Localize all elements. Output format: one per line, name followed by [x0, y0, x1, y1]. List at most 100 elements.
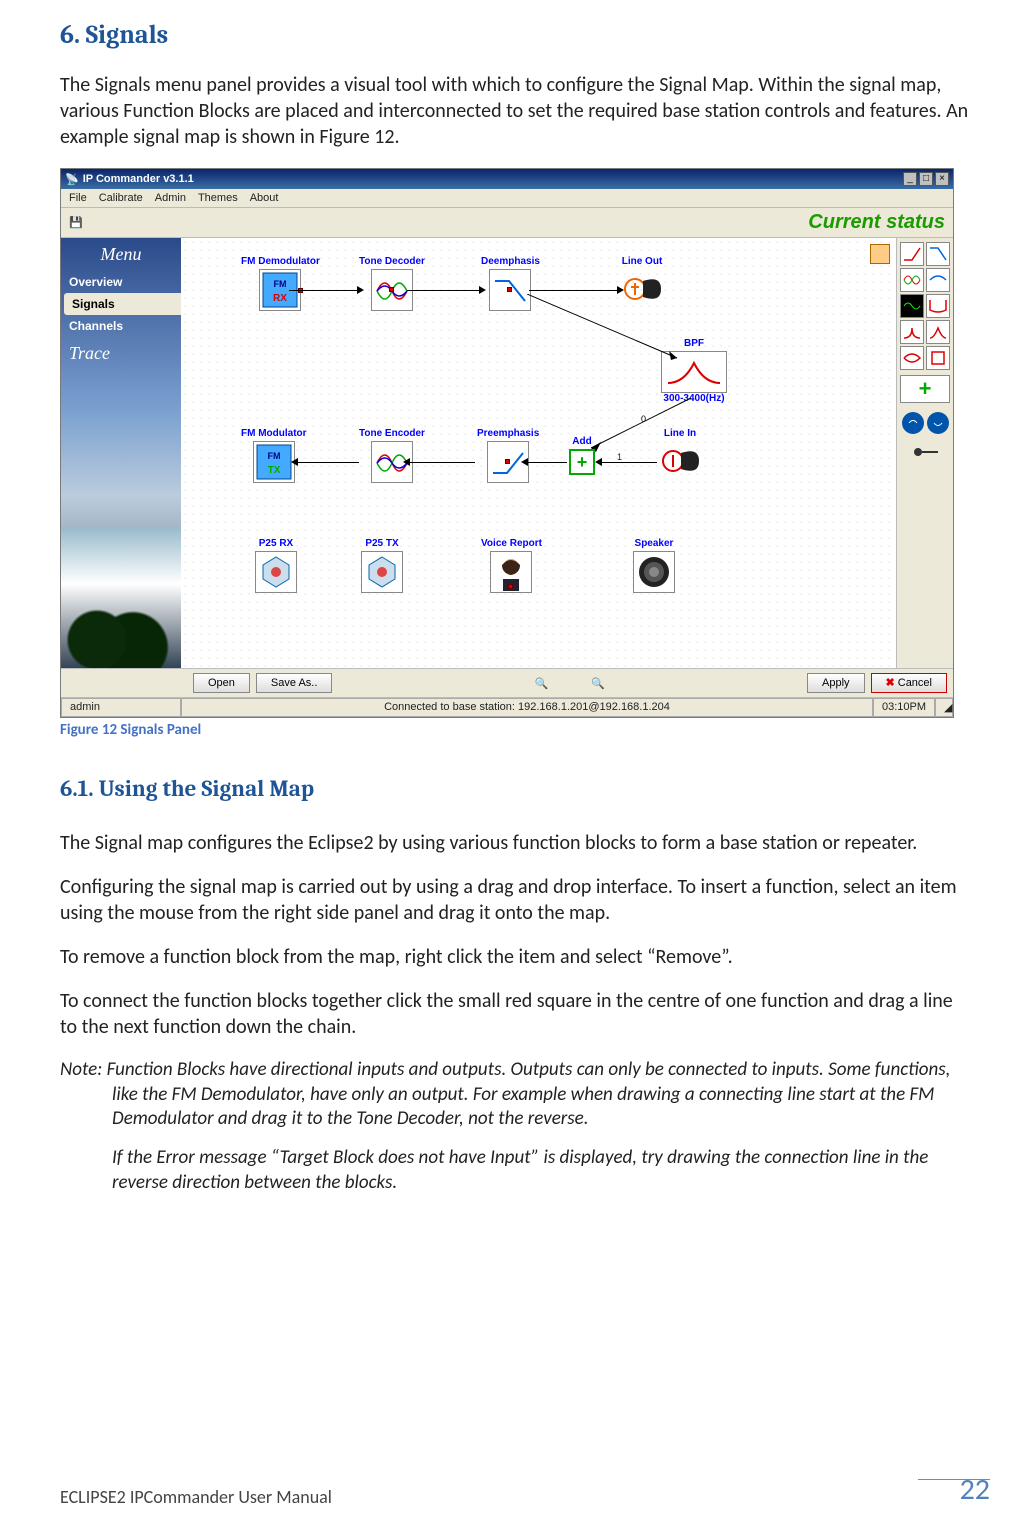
- subsection-title: Using the Signal Map: [99, 775, 315, 802]
- paragraph: To remove a function block from the map,…: [60, 944, 970, 970]
- svg-text:TX: TX: [267, 465, 280, 476]
- label-tone-enc: Tone Encoder: [359, 428, 425, 439]
- arrowhead-icon: [291, 458, 298, 466]
- palette: +: [897, 238, 953, 668]
- port-label: 1: [617, 452, 622, 462]
- sidebar-item-overview[interactable]: Overview: [61, 271, 181, 293]
- label-fm-demod: FM Demodulator: [241, 256, 320, 267]
- palette-item[interactable]: [926, 294, 950, 318]
- connection-arrow: [529, 290, 619, 291]
- sidebar-item-channels[interactable]: Channels: [61, 315, 181, 337]
- paragraph: To connect the function blocks together …: [60, 988, 970, 1040]
- toolbar-bottom: Open Save As.. 🔍 🔍 Apply ✖Cancel: [61, 668, 953, 697]
- block-line-in[interactable]: Line In: [659, 428, 701, 483]
- block-add[interactable]: Add +: [569, 436, 595, 475]
- section-number: 6.: [60, 20, 80, 50]
- status-resize-grip: ◢: [935, 698, 953, 717]
- block-fm-demodulator[interactable]: FM Demodulator FM RX: [241, 256, 320, 311]
- statusbar: admin Connected to base station: 192.168…: [61, 697, 953, 717]
- block-tone-decoder[interactable]: Tone Decoder: [359, 256, 425, 311]
- status-time: 03:10PM: [873, 698, 935, 717]
- page-footer: ECLIPSE2 IPCommander User Manual 22: [60, 1471, 990, 1508]
- paragraph: Configuring the signal map is carried ou…: [60, 874, 970, 926]
- palette-item[interactable]: [927, 412, 949, 434]
- arrowhead-icon: [479, 286, 486, 294]
- palette-item[interactable]: [900, 268, 924, 292]
- label-p25rx: P25 RX: [255, 538, 297, 549]
- block-preemphasis[interactable]: Preemphasis: [477, 428, 539, 483]
- menu-admin[interactable]: Admin: [155, 192, 186, 204]
- sidebar-heading: Menu: [61, 238, 181, 271]
- note-paragraph: If the Error message “Target Block does …: [60, 1146, 970, 1195]
- titlebar: 📡 IP Commander v3.1.1 _ □ ×: [61, 169, 953, 189]
- connection-arrow: [527, 294, 697, 364]
- cancel-button[interactable]: ✖Cancel: [871, 673, 947, 693]
- palette-item[interactable]: [902, 412, 924, 434]
- palette-item[interactable]: [926, 346, 950, 370]
- palette-add-button[interactable]: +: [900, 375, 950, 403]
- block-speaker[interactable]: Speaker: [633, 538, 675, 593]
- close-button[interactable]: ×: [935, 172, 949, 186]
- figure-caption: Figure 12 Signals Panel: [60, 721, 970, 739]
- palette-item[interactable]: [926, 268, 950, 292]
- menu-about[interactable]: About: [250, 192, 279, 204]
- minimize-button[interactable]: _: [903, 172, 917, 186]
- label-tone-dec: Tone Decoder: [359, 256, 425, 267]
- app-window: 📡 IP Commander v3.1.1 _ □ × File Calibra…: [60, 168, 954, 718]
- connection-arrow: [409, 462, 475, 463]
- signal-canvas[interactable]: FM Demodulator FM RX Tone Decoder Deempha…: [181, 238, 897, 668]
- sidebar: Menu Overview Signals Channels Trace: [61, 238, 181, 668]
- maximize-button[interactable]: □: [919, 172, 933, 186]
- palette-item[interactable]: [926, 320, 950, 344]
- label-preemph: Preemphasis: [477, 428, 539, 439]
- canvas-settings-icon[interactable]: [870, 244, 890, 264]
- palette-item[interactable]: [900, 346, 924, 370]
- palette-item-mic[interactable]: [900, 441, 950, 463]
- zoom-out-icon[interactable]: 🔍: [534, 678, 548, 690]
- block-voice-report[interactable]: Voice Report: [481, 538, 542, 593]
- open-button[interactable]: Open: [193, 673, 250, 693]
- toolbar-top: 💾 Current status: [61, 208, 953, 238]
- connection-arrow: [289, 290, 359, 291]
- label-deemph: Deemphasis: [481, 256, 540, 267]
- paragraph: The Signal map configures the Eclipse2 b…: [60, 830, 970, 856]
- status-connection: Connected to base station: 192.168.1.201…: [181, 698, 873, 717]
- cancel-x-icon: ✖: [886, 676, 895, 690]
- footer-title: ECLIPSE2 IPCommander User Manual: [60, 1486, 332, 1508]
- menu-themes[interactable]: Themes: [198, 192, 238, 204]
- sidebar-artwork: [61, 528, 181, 668]
- connection-arrow: [601, 462, 657, 463]
- palette-item[interactable]: [900, 320, 924, 344]
- app-icon: 📡: [65, 173, 79, 186]
- palette-item[interactable]: [926, 242, 950, 266]
- label-p25tx: P25 TX: [361, 538, 403, 549]
- save-as-button[interactable]: Save As..: [256, 673, 332, 693]
- zoom-in-icon[interactable]: 🔍: [591, 678, 605, 690]
- apply-button[interactable]: Apply: [807, 673, 865, 693]
- block-p25-tx[interactable]: P25 TX: [361, 538, 403, 593]
- sidebar-trace[interactable]: Trace: [61, 337, 181, 370]
- svg-text:RX: RX: [273, 293, 287, 304]
- block-p25-rx[interactable]: P25 RX: [255, 538, 297, 593]
- palette-item[interactable]: [900, 242, 924, 266]
- svg-text:FM: FM: [267, 451, 280, 461]
- palette-item[interactable]: [900, 294, 924, 318]
- block-tone-encoder[interactable]: Tone Encoder: [359, 428, 425, 483]
- menu-calibrate[interactable]: Calibrate: [99, 192, 143, 204]
- window-title: IP Commander v3.1.1: [83, 173, 194, 185]
- connection-arrow: [527, 462, 567, 463]
- svg-text:FM: FM: [274, 279, 287, 289]
- label-line-in: Line In: [659, 428, 701, 439]
- arrowhead-icon: [595, 458, 602, 466]
- connection-arrow: [407, 290, 481, 291]
- menu-file[interactable]: File: [69, 192, 87, 204]
- arrowhead-icon: [403, 458, 410, 466]
- label-voice: Voice Report: [481, 538, 542, 549]
- arrowhead-icon: [357, 286, 364, 294]
- menubar: File Calibrate Admin Themes About: [61, 189, 953, 208]
- sidebar-item-signals[interactable]: Signals: [64, 293, 181, 315]
- toolbar-icon[interactable]: 💾: [69, 216, 83, 229]
- connection-arrow: [297, 462, 359, 463]
- cancel-label: Cancel: [898, 676, 932, 690]
- block-fm-modulator[interactable]: FM Modulator FMTX: [241, 428, 307, 483]
